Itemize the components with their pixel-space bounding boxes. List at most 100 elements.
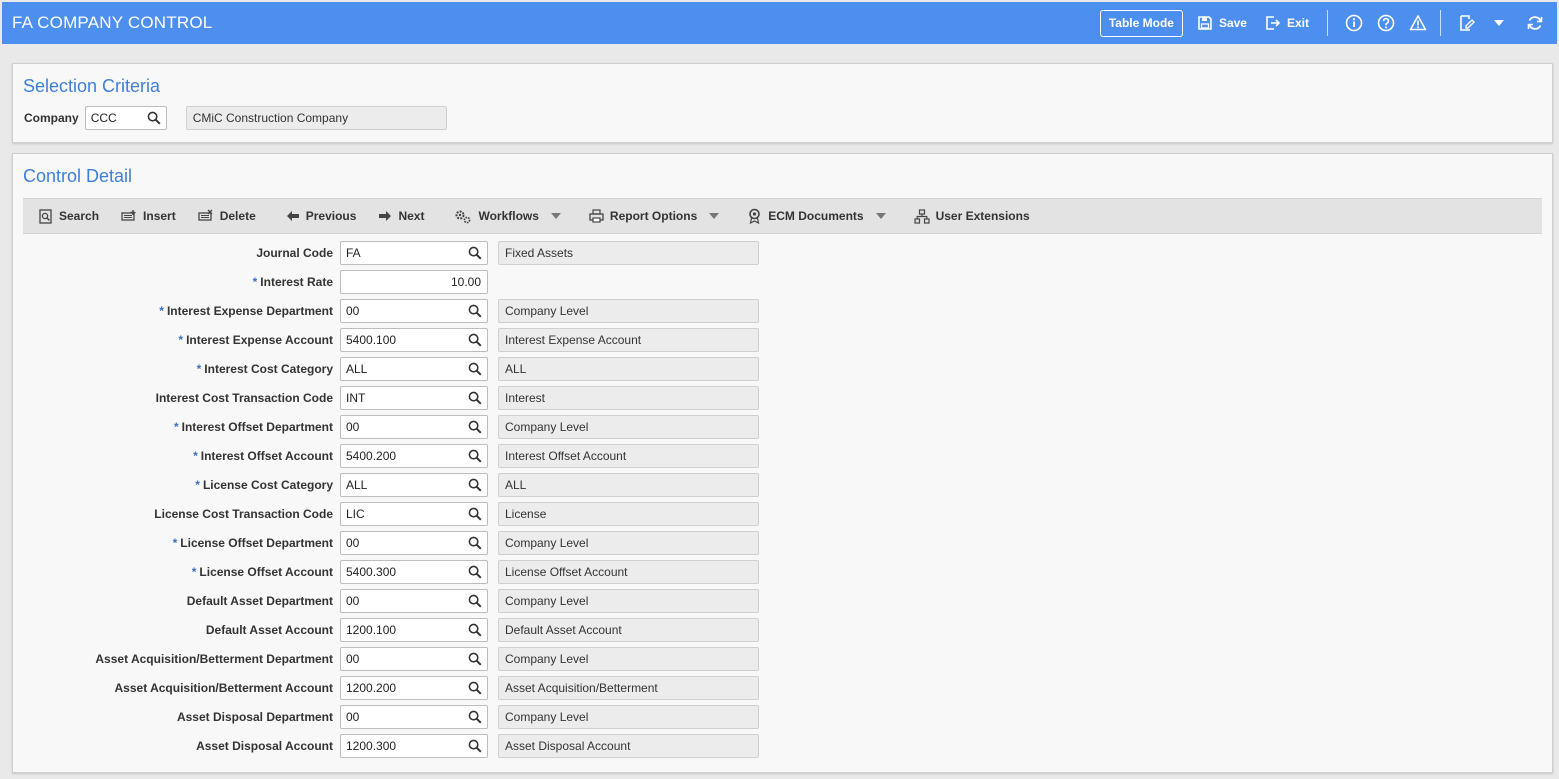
journal-code-input[interactable]: FA (340, 241, 488, 265)
search-icon[interactable] (468, 623, 482, 637)
interest-cost-transaction-code-input[interactable]: INT (340, 386, 488, 410)
asset-disposal-account-label: Asset Disposal Account (196, 739, 333, 753)
interest-expense-account-label: * Interest Expense Account (178, 333, 333, 347)
search-icon[interactable] (468, 304, 482, 318)
next-label: Next (398, 209, 425, 223)
asset-disposal-department-row: Asset Disposal Department 00 Company Level (13, 705, 773, 729)
default-asset-department-input[interactable]: 00 (340, 589, 488, 613)
search-doc-icon (39, 208, 52, 224)
interest-cost-category-label: * Interest Cost Category (197, 362, 333, 376)
chevron-down-icon[interactable] (1489, 13, 1509, 33)
search-icon[interactable] (468, 594, 482, 608)
interest-expense-department-input[interactable]: 00 (340, 299, 488, 323)
interest-rate-input[interactable]: 10.00 (340, 270, 488, 294)
app-header: FA COMPANY CONTROL Table Mode Save Exit (2, 2, 1557, 44)
search-button[interactable]: Search (39, 208, 99, 224)
license-cost-transaction-code-description: License (498, 502, 759, 526)
interest-cost-category-value: ALL (346, 362, 368, 376)
search-icon[interactable] (468, 710, 482, 724)
asset-disposal-account-input[interactable]: 1200.300 (340, 734, 488, 758)
asset-acquisition-betterment-department-input[interactable]: 00 (340, 647, 488, 671)
default-asset-account-input[interactable]: 1200.100 (340, 618, 488, 642)
asset-acquisition-betterment-department-label: Asset Acquisition/Betterment Department (95, 652, 333, 666)
interest-offset-account-row: * Interest Offset Account 5400.200 Interest… (13, 444, 773, 468)
company-description: CMiC Construction Company (185, 106, 447, 130)
asset-disposal-department-input[interactable]: 00 (340, 705, 488, 729)
info-icon[interactable] (1344, 13, 1364, 33)
interest-cost-transaction-code-label-text: Interest Cost Transaction Code (155, 391, 333, 405)
journal-code-label-text: Journal Code (256, 246, 333, 260)
interest-expense-account-row: * Interest Expense Account 5400.100 Interes… (13, 328, 773, 352)
ecm-documents-button[interactable]: ECM Documents (747, 208, 891, 224)
asset-acquisition-betterment-account-input[interactable]: 1200.200 (340, 676, 488, 700)
search-icon[interactable] (468, 536, 482, 550)
refresh-icon[interactable] (1525, 13, 1545, 33)
exit-button[interactable]: Exit (1265, 15, 1309, 31)
search-icon[interactable] (147, 111, 161, 125)
company-value: CCC (90, 111, 117, 125)
interest-cost-category-input[interactable]: ALL (340, 357, 488, 381)
search-icon[interactable] (468, 449, 482, 463)
interest-expense-account-input[interactable]: 5400.100 (340, 328, 488, 352)
chevron-down-icon[interactable] (550, 212, 561, 220)
asset-disposal-department-description: Company Level (498, 705, 759, 729)
help-icon[interactable] (1376, 13, 1396, 33)
journal-code-row: Journal Code FA Fixed Assets (13, 241, 773, 265)
report-options-label: Report Options (609, 209, 698, 223)
required-marker: * (159, 304, 164, 318)
control-detail-title: Control Detail (23, 166, 133, 186)
required-marker: * (173, 420, 179, 434)
default-asset-department-value: 00 (346, 594, 360, 608)
interest-expense-account-description: Interest Expense Account (498, 328, 759, 352)
edit-note-icon[interactable] (1457, 13, 1477, 33)
interest-expense-department-description: Company Level (498, 299, 759, 323)
interest-offset-account-description: Interest Offset Account (498, 444, 759, 468)
search-icon[interactable] (468, 739, 482, 753)
interest-expense-account-label-text: Interest Expense Account (186, 333, 333, 347)
search-icon[interactable] (468, 246, 482, 260)
table-mode-button[interactable]: Table Mode (1099, 9, 1183, 37)
save-button[interactable]: Save (1197, 15, 1247, 31)
default-asset-account-row: Default Asset Account 1200.100 Default Ass… (13, 618, 773, 642)
required-marker: * (172, 536, 178, 550)
warning-icon[interactable] (1408, 13, 1428, 33)
license-cost-category-input[interactable]: ALL (340, 473, 488, 497)
delete-button[interactable]: Delete (198, 209, 256, 223)
chevron-down-icon[interactable] (709, 212, 720, 220)
search-icon[interactable] (468, 362, 482, 376)
interest-offset-account-value: 5400.200 (346, 449, 397, 463)
insert-label: Insert (143, 209, 176, 223)
license-offset-department-input[interactable]: 00 (340, 531, 488, 555)
license-offset-account-input[interactable]: 5400.300 (340, 560, 488, 584)
search-icon[interactable] (468, 681, 482, 695)
next-button[interactable]: Next (378, 209, 424, 223)
interest-offset-department-value: 00 (346, 420, 360, 434)
search-icon[interactable] (468, 565, 482, 579)
interest-expense-department-label: * Interest Expense Department (159, 304, 333, 318)
interest-offset-department-input[interactable]: 00 (340, 415, 488, 439)
search-icon[interactable] (468, 507, 482, 521)
license-cost-transaction-code-input[interactable]: LIC (340, 502, 488, 526)
interest-offset-account-input[interactable]: 5400.200 (340, 444, 488, 468)
interest-cost-category-label-text: Interest Cost Category (204, 362, 333, 376)
asset-disposal-department-label-text: Asset Disposal Department (176, 710, 333, 724)
required-marker: * (178, 333, 184, 347)
search-icon[interactable] (468, 333, 482, 347)
user-extensions-button[interactable]: User Extensions (913, 208, 1030, 224)
chevron-down-icon[interactable] (875, 212, 886, 220)
asset-disposal-account-value: 1200.300 (346, 739, 397, 753)
search-icon[interactable] (468, 652, 482, 666)
previous-button[interactable]: Previous (286, 209, 356, 223)
arrow-left-icon (286, 211, 299, 221)
search-icon[interactable] (468, 391, 482, 405)
search-icon[interactable] (468, 478, 482, 492)
insert-icon (121, 210, 136, 221)
search-icon[interactable] (468, 420, 482, 434)
license-cost-category-label: * License Cost Category (195, 478, 333, 492)
exit-label: Exit (1286, 16, 1309, 30)
insert-button[interactable]: Insert (121, 209, 176, 223)
report-options-button[interactable]: Report Options (589, 209, 725, 223)
workflows-button[interactable]: Workflows (454, 209, 566, 224)
company-input[interactable]: CCC (84, 106, 167, 130)
interest-cost-category-description: ALL (498, 357, 759, 381)
